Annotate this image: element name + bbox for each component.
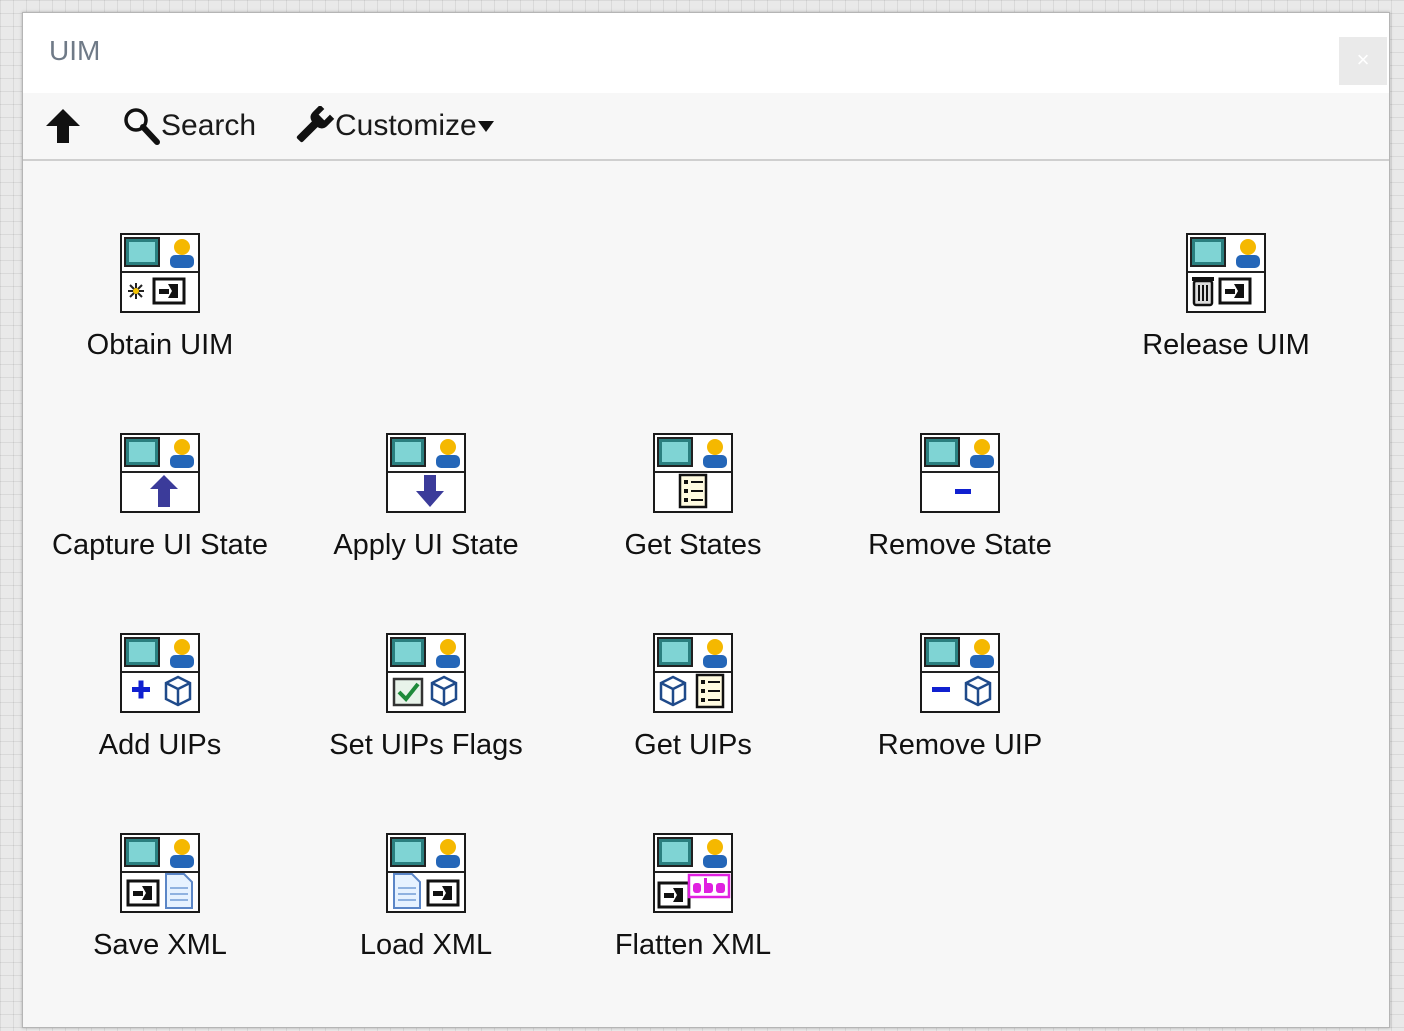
customize-label: Customize — [335, 109, 477, 142]
search-label: Search — [161, 109, 257, 142]
wrench-icon — [296, 106, 335, 143]
item-label: Add UIPs — [98, 729, 222, 761]
save-xml-item[interactable]: Save XML — [30, 833, 290, 962]
window-title: UIM — [49, 35, 101, 66]
release-uim-icon — [1186, 233, 1266, 313]
item-label: Apply UI State — [333, 529, 519, 561]
remove-state-icon — [920, 433, 1000, 513]
palette-content: Obtain UIM Release UIM Capture UI State … — [23, 161, 1389, 1027]
load-xml-icon — [386, 833, 466, 913]
get-states-icon — [653, 433, 733, 513]
up-level-button[interactable] — [43, 103, 83, 149]
search-icon — [124, 108, 160, 145]
item-label: Flatten XML — [614, 929, 772, 961]
item-label: Get UIPs — [634, 729, 752, 761]
set-uips-flags-item[interactable]: Set UIPs Flags — [296, 633, 556, 762]
release-uim-item[interactable]: Release UIM — [1096, 233, 1356, 362]
item-label: Save XML — [93, 929, 227, 961]
item-label: Get States — [624, 529, 762, 561]
flatten-xml-item[interactable]: Flatten XML — [563, 833, 823, 962]
item-label: Load XML — [359, 929, 493, 961]
set-uips-flags-icon — [386, 633, 466, 713]
remove-uip-icon — [920, 633, 1000, 713]
close-button[interactable]: × — [1339, 37, 1387, 85]
flatten-xml-icon — [653, 833, 733, 913]
customize-button[interactable]: Customize — [291, 103, 495, 149]
item-label: Obtain UIM — [86, 329, 234, 361]
apply-ui-state-icon — [386, 433, 466, 513]
remove-state-item[interactable]: Remove State — [830, 433, 1090, 562]
capture-ui-state-item[interactable]: Capture UI State — [30, 433, 290, 562]
uim-palette-window: UIM × Search Customize Obtain UIM Releas… — [22, 12, 1390, 1028]
apply-ui-state-item[interactable]: Apply UI State — [296, 433, 556, 562]
obtain-uim-icon — [120, 233, 200, 313]
item-label: Remove State — [868, 529, 1052, 561]
up-arrow-icon — [46, 109, 80, 143]
add-uips-item[interactable]: Add UIPs — [30, 633, 290, 762]
get-uips-icon — [653, 633, 733, 713]
title-bar: UIM × — [23, 13, 1389, 93]
capture-ui-state-icon — [120, 433, 200, 513]
load-xml-item[interactable]: Load XML — [296, 833, 556, 962]
obtain-uim-item[interactable]: Obtain UIM — [30, 233, 290, 362]
item-label: Remove UIP — [877, 729, 1043, 761]
get-uips-item[interactable]: Get UIPs — [563, 633, 823, 762]
add-uips-icon — [120, 633, 200, 713]
get-states-item[interactable]: Get States — [563, 433, 823, 562]
toolbar: Search Customize — [23, 93, 1389, 161]
save-xml-icon — [120, 833, 200, 913]
search-button[interactable]: Search — [121, 103, 256, 149]
item-label: Capture UI State — [52, 529, 268, 561]
item-label: Release UIM — [1142, 329, 1310, 361]
item-label: Set UIPs Flags — [329, 729, 523, 761]
remove-uip-item[interactable]: Remove UIP — [830, 633, 1090, 762]
dropdown-arrow-icon — [477, 121, 494, 132]
